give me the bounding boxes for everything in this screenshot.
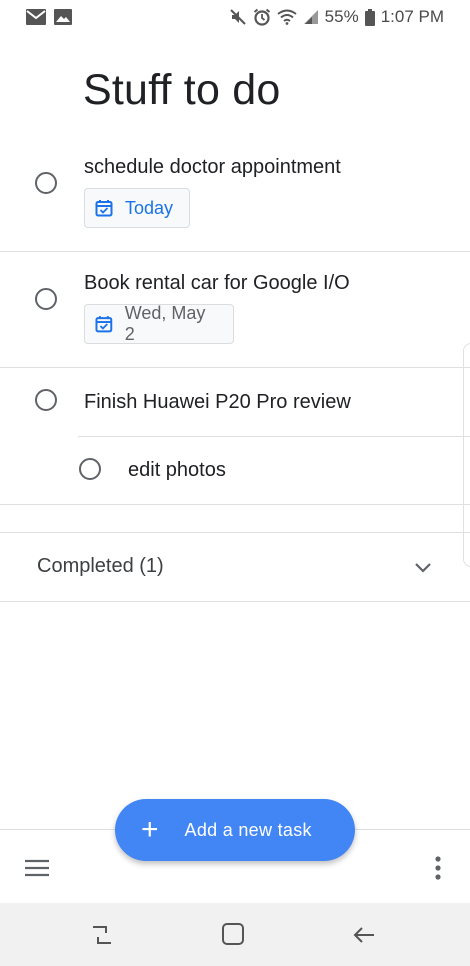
- task-item[interactable]: Finish Huawei P20 Pro review: [0, 368, 470, 436]
- subtask-complete-checkbox[interactable]: [79, 458, 101, 480]
- alarm-icon: [253, 8, 270, 26]
- task-item[interactable]: schedule doctor appointment Today: [0, 140, 470, 250]
- task-title[interactable]: schedule doctor appointment: [84, 156, 341, 179]
- task-complete-checkbox[interactable]: [35, 288, 57, 310]
- completed-label: Completed (1): [37, 555, 164, 577]
- task-title[interactable]: Book rental car for Google I/O: [84, 272, 350, 295]
- edge-panel-handle[interactable]: [463, 343, 470, 567]
- signal-icon: [303, 10, 318, 24]
- wifi-icon: [277, 9, 297, 25]
- clock-time: 1:07 PM: [380, 7, 444, 26]
- add-task-button[interactable]: + Add a new task: [115, 799, 355, 861]
- task-title[interactable]: Finish Huawei P20 Pro review: [84, 391, 351, 414]
- calendar-check-icon: [95, 316, 113, 333]
- divider: [0, 504, 470, 505]
- status-bar: 55% 1:07 PM: [0, 0, 470, 34]
- back-icon[interactable]: [352, 923, 376, 947]
- system-navigation-bar: [0, 903, 470, 966]
- battery-icon: [364, 8, 375, 26]
- due-date-label: Today: [125, 197, 174, 218]
- task-complete-checkbox[interactable]: [35, 389, 57, 411]
- home-icon[interactable]: [221, 922, 245, 946]
- more-vert-icon[interactable]: [432, 855, 444, 881]
- task-complete-checkbox[interactable]: [35, 172, 57, 194]
- subtask-title[interactable]: edit photos: [128, 459, 226, 482]
- image-icon: [54, 9, 72, 25]
- completed-section-toggle[interactable]: Completed (1): [0, 533, 470, 601]
- calendar-check-icon: [95, 200, 113, 217]
- divider: [0, 601, 470, 602]
- menu-icon[interactable]: [24, 858, 50, 878]
- subtask-item[interactable]: edit photos: [0, 437, 470, 504]
- task-item[interactable]: Book rental car for Google I/O Wed, May …: [0, 252, 470, 366]
- due-date-chip[interactable]: Wed, May 2: [84, 303, 234, 344]
- page-title: Stuff to do: [83, 66, 281, 114]
- due-date-chip[interactable]: Today: [84, 188, 190, 228]
- chevron-down-icon[interactable]: [410, 557, 436, 577]
- add-task-label: Add a new task: [184, 819, 312, 840]
- mute-icon: [229, 9, 246, 25]
- mail-icon: [26, 9, 46, 25]
- recent-apps-icon[interactable]: [90, 923, 114, 947]
- due-date-label: Wed, May 2: [124, 303, 206, 344]
- battery-percent: 55%: [324, 7, 359, 26]
- plus-icon: +: [141, 813, 159, 846]
